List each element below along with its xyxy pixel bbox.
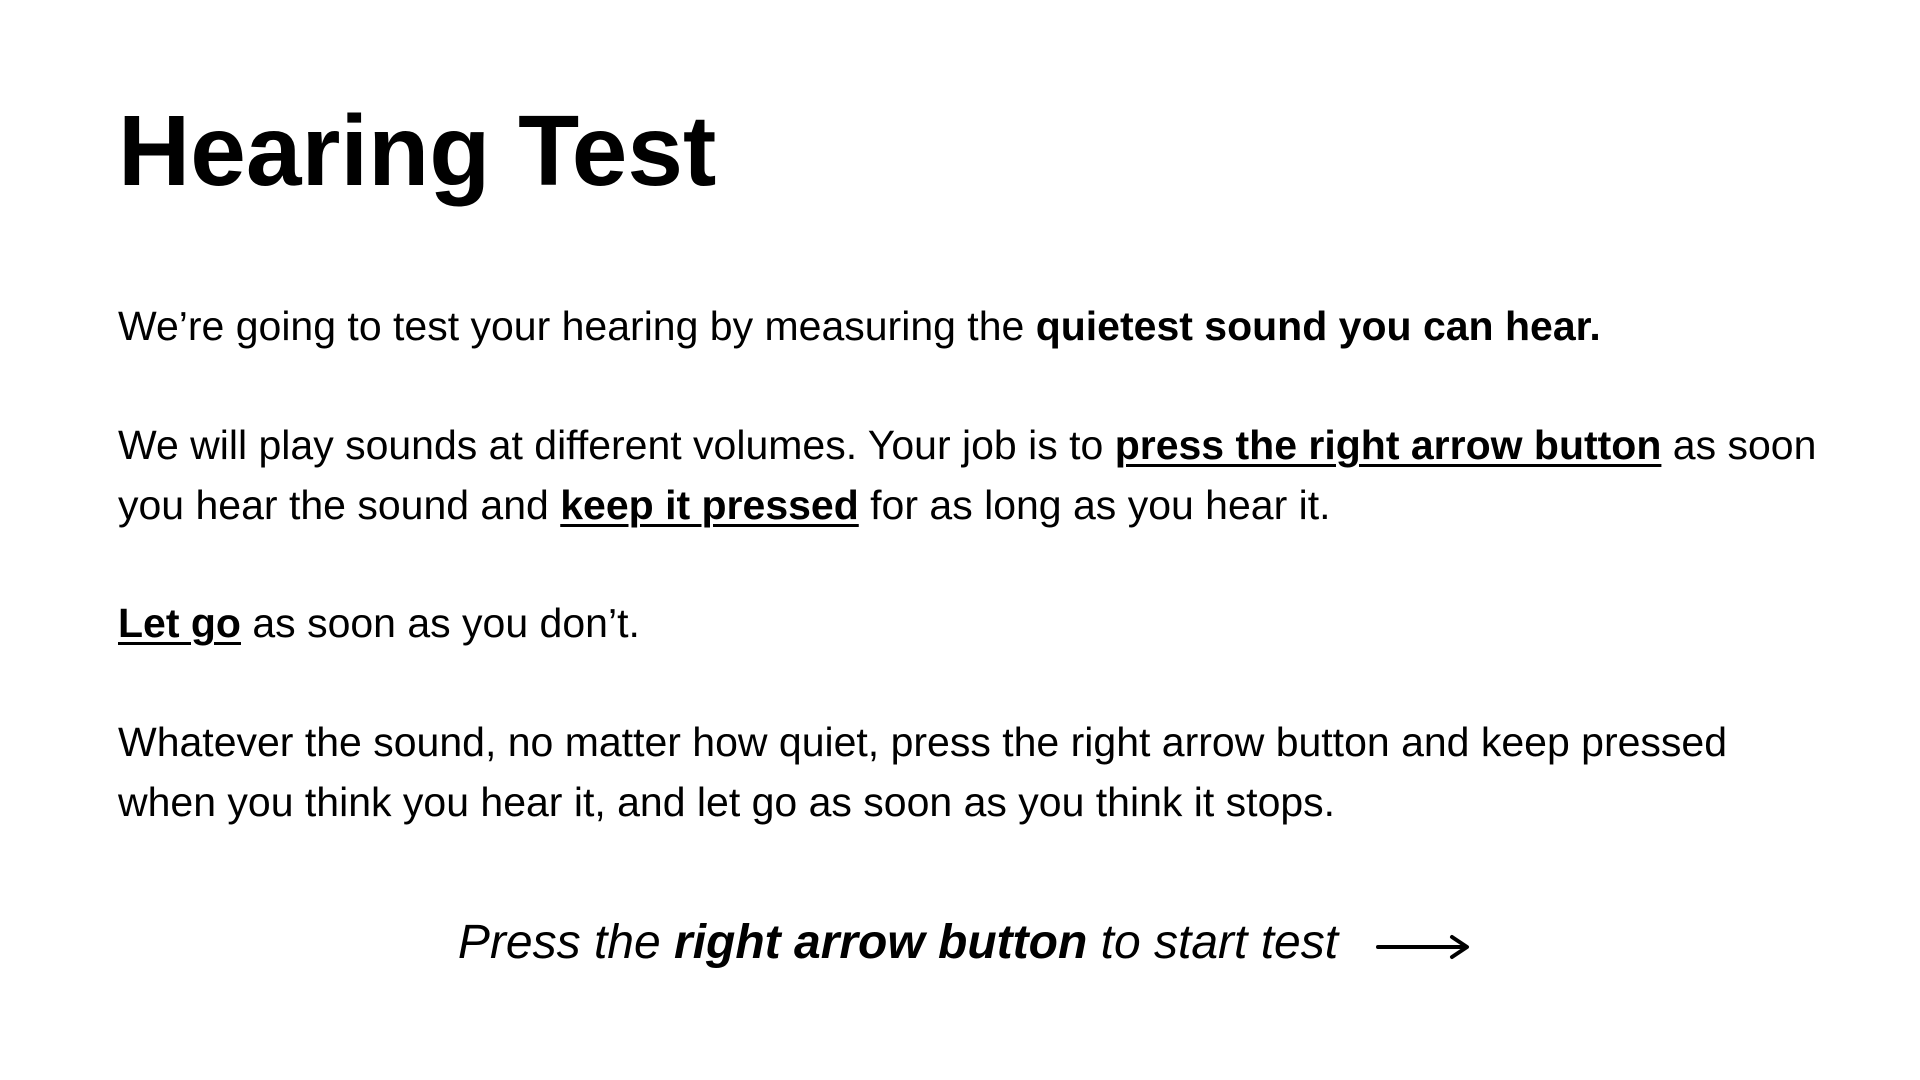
start-test-emphasis: right arrow button [674,916,1088,969]
instruction-1-text: We’re going to test your hearing by meas… [118,303,1036,349]
let-go-emphasis: Let go [118,600,241,646]
right-arrow-icon [1376,935,1470,959]
press-right-arrow-emphasis: press the right arrow button [1114,422,1662,468]
start-test-prefix: Press the [457,916,675,969]
start-test-suffix: to start test [1087,916,1339,969]
start-test-text: Press the right arrow button to start te… [448,908,1338,978]
instruction-paragraph-3: Let go as soon as you don’t. [118,593,1818,653]
instruction-paragraph-2: We will play sounds at different volumes… [118,415,1818,535]
keep-it-pressed-emphasis: keep it pressed [560,482,859,528]
instruction-2-text-c: for as long as you hear it. [858,482,1331,528]
instruction-paragraph-4: Whatever the sound, no matter how quiet,… [118,719,1728,825]
instruction-paragraph-1: We’re going to test your hearing by meas… [118,296,1818,356]
page-title: Hearing Test [118,95,717,207]
instruction-2-text-a: We will play sounds at different volumes… [118,422,1115,468]
hearing-test-page: Hearing Test We’re going to test your he… [0,0,1920,1080]
instruction-1-emphasis: quietest sound you can hear. [1035,303,1601,349]
instruction-3-text: as soon as you don’t. [240,600,640,646]
start-test-prompt: Press the right arrow button to start te… [0,908,1920,978]
